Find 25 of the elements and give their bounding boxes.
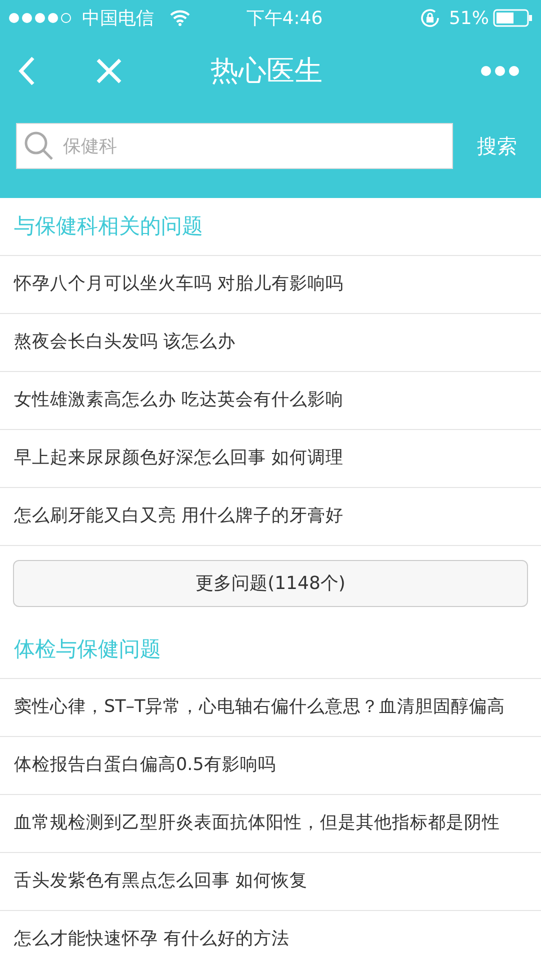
- question-item[interactable]: 熬夜会长白头发吗 该怎么办: [0, 314, 541, 372]
- question-item[interactable]: 女性雄激素高怎么办 吃达英会有什么影响: [0, 372, 541, 430]
- question-item[interactable]: 窦性心律，ST–T异常，心电轴右偏什么意思？血清胆固醇偏高: [0, 679, 541, 737]
- signal-icon: [8, 12, 74, 24]
- more-questions-button[interactable]: 更多问题(1148个): [13, 560, 528, 607]
- question-item[interactable]: 体检报告白蛋白偏高0.5有影响吗: [0, 737, 541, 795]
- status-time: 下午4:46: [246, 6, 324, 30]
- close-icon[interactable]: [96, 58, 122, 84]
- question-item[interactable]: 怀孕八个月可以坐火车吗 对胎儿有影响吗: [0, 256, 541, 314]
- question-item[interactable]: 血常规检测到乙型肝炎表面抗体阳性，但是其他指标都是阴性: [0, 795, 541, 853]
- question-item[interactable]: 舌头发紫色有黑点怎么回事 如何恢复: [0, 853, 541, 911]
- rotation-lock-icon: [418, 7, 441, 29]
- section-title: 与保健科相关的问题: [14, 212, 203, 240]
- battery-icon: [493, 9, 533, 27]
- question-item[interactable]: 怎么才能快速怀孕 有什么好的方法: [0, 911, 541, 960]
- back-icon[interactable]: [18, 56, 36, 86]
- question-item[interactable]: 怎么刷牙能又白又亮 用什么牌子的牙膏好: [0, 488, 541, 546]
- section-title: 体检与保健问题: [14, 636, 161, 663]
- search-field[interactable]: 保健科: [16, 123, 453, 169]
- battery-percent: 51%: [448, 6, 489, 30]
- question-item[interactable]: 早上起来尿尿颜色好深怎么回事 如何调理: [0, 430, 541, 488]
- more-icon[interactable]: [481, 66, 519, 76]
- wifi-icon: [170, 10, 190, 26]
- page-title: 热心医生: [210, 54, 322, 86]
- carrier-name: 中国电信: [82, 6, 154, 30]
